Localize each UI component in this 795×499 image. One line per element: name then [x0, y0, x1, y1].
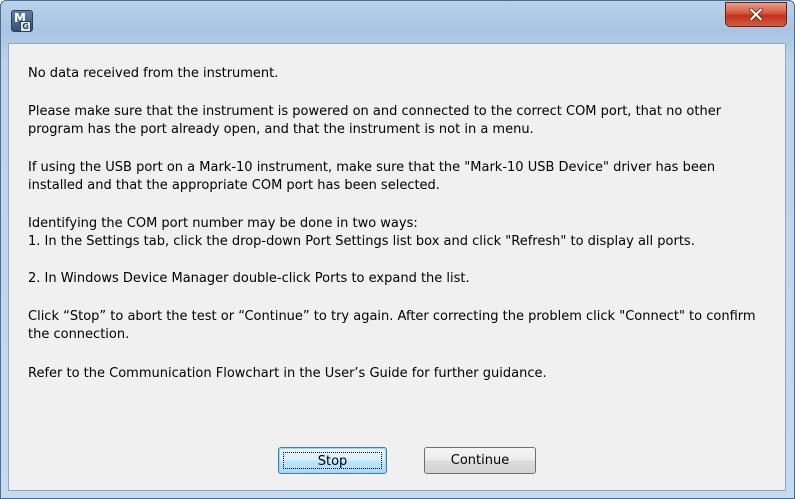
stop-button-label: Stop — [283, 452, 382, 469]
app-icon[interactable]: M G — [11, 10, 33, 32]
continue-button[interactable]: Continue — [424, 447, 536, 474]
message-check-connection: Please make sure that the instrument is … — [28, 104, 722, 137]
message-refer-guide: Refer to the Communication Flowchart in … — [28, 366, 547, 381]
message-identify-port-step1: 1. In the Settings tab, click the drop-d… — [28, 234, 695, 249]
stop-button[interactable]: Stop — [278, 447, 387, 474]
app-icon-letter-g: G — [20, 21, 31, 32]
message-stop-continue: Click “Stop” to abort the test or “Conti… — [28, 309, 756, 342]
close-x-icon — [749, 8, 763, 21]
message-no-data: No data received from the instrument. — [28, 66, 279, 81]
close-button[interactable] — [725, 2, 787, 27]
message-usb-driver: If using the USB port on a Mark-10 instr… — [28, 160, 716, 193]
title-bar[interactable]: M G — [1, 1, 794, 41]
message-identify-port-heading: Identifying the COM port number may be d… — [28, 216, 418, 231]
message-identify-port-step2: 2. In Windows Device Manager double-clic… — [28, 271, 470, 286]
dialog-content: No data received from the instrument. Pl… — [8, 43, 786, 491]
dialog-window: M G No data received from the instrument… — [0, 0, 795, 499]
